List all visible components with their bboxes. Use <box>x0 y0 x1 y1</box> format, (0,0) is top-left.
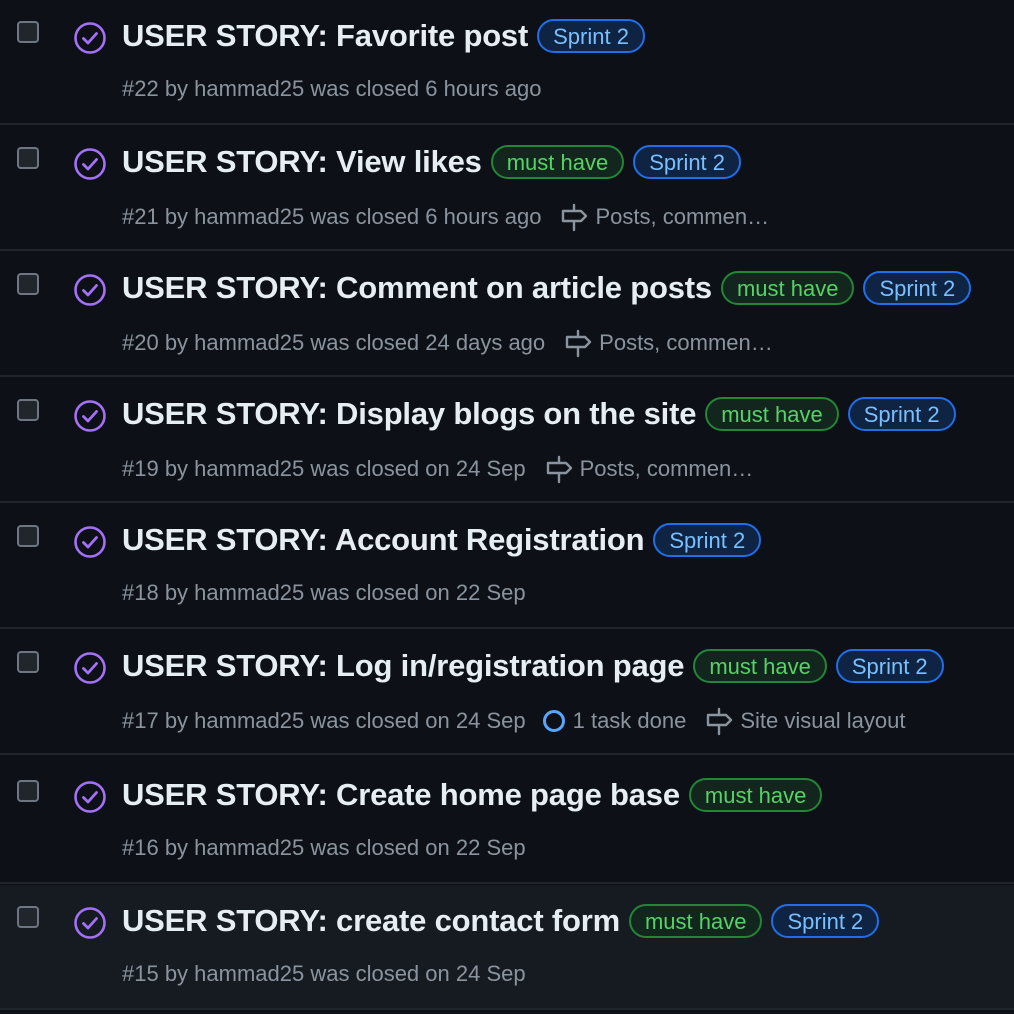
issue-closed-icon <box>74 148 106 180</box>
issue-label[interactable]: Sprint 2 <box>537 19 645 53</box>
issue-title-link[interactable]: USER STORY: View likes <box>122 144 482 180</box>
milestone-link[interactable]: Posts, commen… <box>563 328 773 358</box>
issue-meta-line: #22 by hammad25 was closed 6 hours ago <box>122 76 541 102</box>
issue-label[interactable]: Sprint 2 <box>835 649 944 683</box>
issue-title-link[interactable]: USER STORY: Favorite post <box>122 18 528 54</box>
issue-select-checkbox[interactable] <box>17 21 39 43</box>
milestone-link[interactable]: Posts, commen… <box>544 454 754 484</box>
issue-closed-icon <box>74 400 106 432</box>
issue-closed-icon <box>74 907 106 939</box>
issue-meta-line: #19 by hammad25 was closed on 24 Sep Post… <box>122 454 753 484</box>
milestone-text: Site visual layout <box>740 708 906 733</box>
issue-list: USER STORY: Favorite post Sprint 2 #22 by … <box>0 0 1014 1014</box>
milestone-icon <box>562 203 588 232</box>
milestone-text: Posts, commen… <box>595 204 770 229</box>
issue-title-link[interactable]: USER STORY: Display blogs on the site <box>122 396 696 432</box>
issue-row: USER STORY: Favorite post Sprint 2 #22 by … <box>0 0 1014 125</box>
issue-title-line: USER STORY: Display blogs on the site mus… <box>122 396 956 432</box>
issue-row: USER STORY: Display blogs on the site mus… <box>0 378 1014 503</box>
milestone-icon <box>546 455 572 484</box>
issue-meta-text: #20 by hammad25 was closed 24 days ago <box>122 330 546 355</box>
issue-meta-line: #21 by hammad25 was closed 6 hours ago Po… <box>122 202 769 232</box>
issue-label[interactable]: Sprint 2 <box>653 523 762 557</box>
issue-meta-line: #17 by hammad25 was closed on 24 Sep 1 ta… <box>122 706 905 736</box>
issue-title-line: USER STORY: Account Registration Sprint 2 <box>122 522 762 558</box>
issue-title-line: USER STORY: Favorite post Sprint 2 <box>122 18 645 54</box>
issue-label[interactable]: must have <box>688 778 823 812</box>
issue-select-checkbox[interactable] <box>17 525 39 547</box>
issue-title-link[interactable]: USER STORY: Account Registration <box>122 522 645 558</box>
issue-meta-line: #16 by hammad25 was closed on 22 Sep <box>122 835 526 861</box>
issue-meta-text: #18 by hammad25 was closed on 22 Sep <box>122 580 526 605</box>
issue-title-line: USER STORY: Comment on article posts must… <box>122 270 972 306</box>
issue-title-line: USER STORY: Log in/registration page must… <box>122 648 944 684</box>
milestone-link[interactable]: Posts, commen… <box>559 202 769 232</box>
issue-closed-icon <box>74 526 106 558</box>
issue-row: USER STORY: Comment on article posts must… <box>0 252 1014 377</box>
issue-title-line: USER STORY: create contact form must have… <box>122 903 880 939</box>
issue-row: USER STORY: Log in/registration page must… <box>0 630 1014 755</box>
issue-label[interactable]: must have <box>490 145 625 179</box>
issue-label[interactable]: Sprint 2 <box>771 904 880 938</box>
issue-select-checkbox[interactable] <box>17 399 39 421</box>
issue-meta-text: #19 by hammad25 was closed on 24 Sep <box>122 456 526 481</box>
task-progress: 1 task done <box>542 708 687 734</box>
issue-row: USER STORY: Account Registration Sprint 2… <box>0 504 1014 629</box>
issue-label[interactable]: Sprint 2 <box>847 397 956 431</box>
issue-label[interactable]: must have <box>693 649 827 683</box>
issue-closed-icon <box>74 22 106 54</box>
issue-select-checkbox[interactable] <box>17 780 39 802</box>
issue-row: USER STORY: Create home page base must ha… <box>0 759 1014 884</box>
issue-label[interactable]: must have <box>628 904 763 938</box>
issue-title-link[interactable]: USER STORY: Comment on article posts <box>122 270 712 306</box>
milestone-text: Posts, commen… <box>579 456 754 481</box>
issue-closed-icon <box>74 652 106 684</box>
issue-closed-icon <box>74 781 106 813</box>
milestone-icon <box>707 707 733 736</box>
issue-select-checkbox[interactable] <box>17 147 39 169</box>
issue-select-checkbox[interactable] <box>17 273 39 295</box>
issue-meta-text: #21 by hammad25 was closed 6 hours ago <box>122 204 542 229</box>
issue-label[interactable]: Sprint 2 <box>633 145 742 179</box>
issue-select-checkbox[interactable] <box>17 651 39 673</box>
issue-meta-text: #16 by hammad25 was closed on 22 Sep <box>122 835 526 860</box>
issue-closed-icon <box>74 274 106 306</box>
issue-meta-text: #15 by hammad25 was closed on 24 Sep <box>122 961 526 986</box>
issue-meta-line: #18 by hammad25 was closed on 22 Sep <box>122 580 526 606</box>
issue-select-checkbox[interactable] <box>17 906 39 928</box>
issue-title-link[interactable]: USER STORY: Log in/registration page <box>122 648 685 684</box>
milestone-text: Posts, commen… <box>599 330 773 355</box>
issue-title-link[interactable]: USER STORY: Create home page base <box>122 777 680 813</box>
issue-label[interactable]: Sprint 2 <box>863 271 972 305</box>
task-progress-text: 1 task done <box>572 708 687 733</box>
milestone-link[interactable]: Site visual layout <box>704 706 905 736</box>
milestone-icon <box>565 329 592 358</box>
issue-meta-line: #20 by hammad25 was closed 24 days ago Po… <box>122 328 773 358</box>
issue-meta-text: #17 by hammad25 was closed on 24 Sep <box>122 708 526 733</box>
issue-label[interactable]: must have <box>720 271 855 305</box>
issue-meta-text: #22 by hammad25 was closed 6 hours ago <box>122 76 542 101</box>
issue-title-line: USER STORY: View likes must have Sprint 2 <box>122 144 742 180</box>
issue-row: USER STORY: create contact form must have… <box>0 885 1014 1010</box>
issue-title-link[interactable]: USER STORY: create contact form <box>122 903 620 939</box>
issue-meta-line: #15 by hammad25 was closed on 24 Sep <box>122 961 526 987</box>
task-progress-icon <box>542 710 565 732</box>
issue-row: USER STORY: View likes must have Sprint 2 #… <box>0 126 1014 251</box>
issue-label[interactable]: must have <box>705 397 839 431</box>
issue-title-line: USER STORY: Create home page base must ha… <box>122 777 823 813</box>
